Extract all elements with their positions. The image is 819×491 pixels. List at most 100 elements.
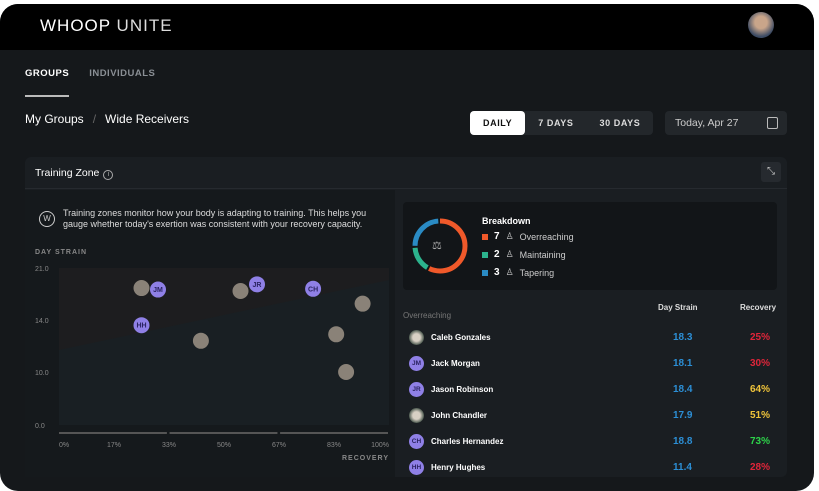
info-icon[interactable]: i	[103, 170, 114, 180]
athlete-avatar: JM	[409, 356, 424, 371]
scatter-plot: 21.0 14.0 10.0 0.0 0% 17% 33% 50% 67% 83% 100% RECO…	[35, 266, 389, 462]
data-point[interactable]: JR	[249, 276, 265, 293]
y-tick-label: 10.0	[35, 370, 49, 377]
data-point[interactable]	[232, 283, 249, 300]
athlete-avatar	[409, 330, 424, 345]
range-daily-button[interactable]: DAILY	[470, 111, 526, 135]
point-initials: HH	[136, 323, 146, 330]
table-header: Overreaching Day Strain Recovery	[403, 298, 777, 326]
legend-count: 3	[494, 267, 500, 278]
user-avatar[interactable]	[748, 12, 774, 38]
legend-count: 2	[494, 249, 500, 260]
athlete-avatar	[409, 408, 424, 423]
day-strain-value: 11.4	[673, 462, 692, 473]
app-window: WHOOP UNITE GROUPS INDIVIDUALS My Groups…	[0, 4, 814, 491]
x-tick-label: 33%	[162, 442, 176, 449]
x-tick-label: 67%	[272, 442, 286, 449]
top-bar: WHOOP UNITE	[0, 4, 814, 50]
legend-count: 7	[494, 231, 500, 242]
tab-individuals[interactable]: INDIVIDUALS	[89, 68, 155, 97]
nav-tabs: GROUPS INDIVIDUALS	[25, 68, 155, 97]
point-initials: CH	[308, 286, 318, 293]
col-recovery[interactable]: Recovery	[740, 303, 776, 312]
athlete-name: Jason Robinson	[431, 385, 494, 394]
logo[interactable]: WHOOP UNITE	[40, 16, 173, 36]
day-strain-value: 18.3	[673, 332, 693, 343]
legend-swatch	[482, 233, 488, 240]
table-row[interactable]: Caleb Gonzales 18.3 25%	[403, 326, 777, 352]
section-label: Overreaching	[403, 311, 452, 320]
x-tick-label: 83%	[327, 442, 341, 449]
chart-panel: W Training zones monitor how your body i…	[25, 190, 395, 477]
date-value: Today, Apr 27	[675, 117, 739, 129]
data-point[interactable]	[133, 280, 150, 297]
breadcrumb-my-groups[interactable]: My Groups	[25, 112, 84, 126]
x-axis-label: RECOVERY	[342, 455, 389, 462]
breadcrumb-current: Wide Receivers	[105, 112, 190, 126]
tab-groups[interactable]: GROUPS	[25, 68, 70, 97]
breakdown-title: Breakdown	[482, 216, 531, 226]
recovery-value: 73%	[750, 436, 771, 447]
athlete-avatar: HH	[409, 460, 424, 475]
card-title: Training Zone	[35, 167, 100, 179]
y-tick-label: 0.0	[35, 423, 45, 430]
legend-overreaching[interactable]: 7 ♙ Overreaching	[482, 231, 574, 242]
data-point[interactable]: CH	[305, 280, 322, 297]
table-row[interactable]: CH Charles Hernandez 18.8 73%	[403, 430, 777, 456]
recovery-value: 28%	[750, 462, 771, 473]
point-initials: JR	[253, 282, 262, 289]
day-strain-value: 18.4	[673, 384, 693, 395]
x-tick-label: 17%	[107, 442, 121, 449]
person-icon: ♙	[505, 249, 514, 259]
legend-swatch	[482, 251, 488, 258]
athlete-photo	[133, 280, 150, 297]
legend-tapering[interactable]: 3 ♙ Tapering	[482, 267, 554, 278]
y-tick-label: 21.0	[35, 266, 49, 273]
col-day-strain[interactable]: Day Strain	[658, 303, 698, 312]
card-header: Training Zone i ⤡	[25, 157, 787, 189]
collapse-icon[interactable]: ⤡	[761, 162, 781, 182]
athlete-name: Charles Hernandez	[431, 437, 504, 446]
data-point[interactable]: HH	[133, 317, 150, 334]
athlete-name: Jack Morgan	[431, 359, 480, 368]
data-point[interactable]	[338, 364, 355, 380]
range-30-days-button[interactable]: 30 DAYS	[586, 111, 653, 135]
athlete-name: Henry Hughes	[431, 463, 486, 472]
athlete-table: Caleb Gonzales 18.3 25% JM Jack Morgan 18…	[403, 326, 777, 482]
table-row[interactable]: John Chandler 17.9 51%	[403, 404, 777, 430]
breadcrumb: My Groups / Wide Receivers	[25, 112, 189, 126]
legend-maintaining[interactable]: 2 ♙ Maintaining	[482, 249, 566, 260]
legend-label: Maintaining	[519, 249, 566, 260]
day-strain-value: 18.8	[673, 436, 693, 447]
athlete-photo	[338, 364, 355, 380]
calendar-icon[interactable]	[767, 117, 778, 129]
data-point[interactable]: JM	[150, 281, 166, 298]
athlete-photo	[328, 326, 345, 343]
athlete-photo	[192, 332, 209, 349]
x-tick-label: 0%	[59, 442, 69, 449]
table-row[interactable]: HH Henry Hughes 11.4 28%	[403, 456, 777, 482]
breakdown-panel: ⚖ Breakdown 7 ♙ Overreaching 2 ♙ Maintaining…	[403, 202, 777, 482]
range-selector: DAILY 7 DAYS 30 DAYS	[470, 111, 654, 135]
person-icon: ♙	[505, 231, 514, 241]
legend-swatch	[482, 269, 488, 276]
data-point[interactable]	[328, 326, 345, 343]
x-tick-label: 50%	[217, 442, 231, 449]
table-row[interactable]: JR Jason Robinson 18.4 64%	[403, 378, 777, 404]
day-strain-value: 18.1	[673, 358, 693, 369]
point-initials: JM	[153, 287, 163, 294]
date-picker[interactable]: Today, Apr 27	[665, 111, 787, 135]
recovery-value: 30%	[750, 358, 771, 369]
breadcrumb-separator: /	[92, 112, 97, 126]
x-tick-label: 100%	[371, 442, 389, 449]
range-7-days-button[interactable]: 7 DAYS	[525, 111, 586, 135]
recovery-value: 51%	[750, 410, 771, 421]
table-row[interactable]: JM Jack Morgan 18.1 30%	[403, 352, 777, 378]
athlete-photo	[354, 295, 371, 312]
recovery-value: 64%	[750, 384, 771, 395]
data-point[interactable]	[354, 295, 371, 312]
athlete-name: Caleb Gonzales	[431, 333, 491, 342]
y-tick-label: 14.0	[35, 318, 49, 325]
recovery-value: 25%	[750, 332, 771, 343]
data-point[interactable]	[192, 332, 209, 349]
